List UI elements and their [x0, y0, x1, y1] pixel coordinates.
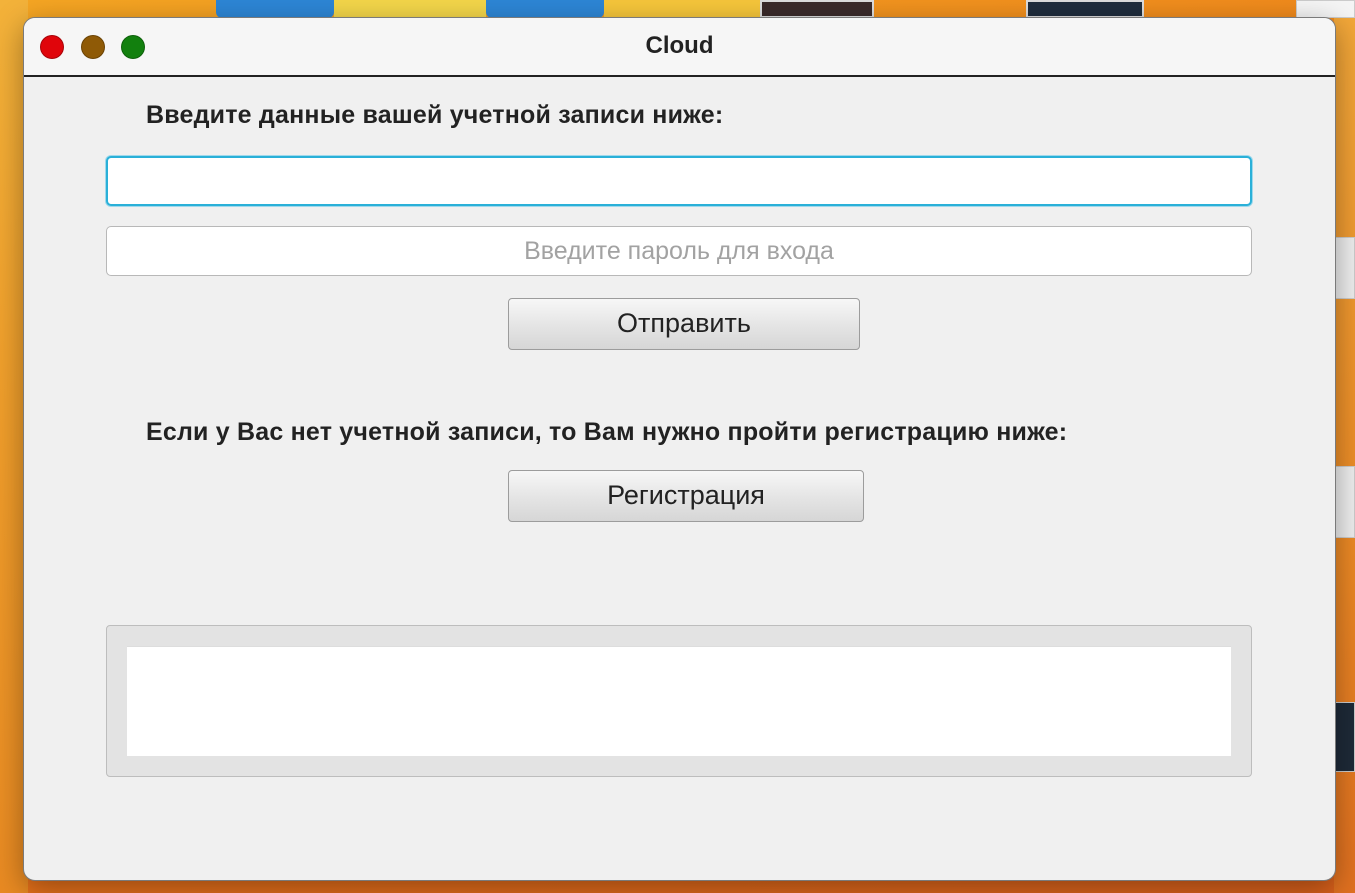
window-title: Cloud: [645, 32, 714, 59]
desktop-thumbnail-right-2: [1334, 466, 1355, 538]
login-heading: Введите данные вашей учетной записи ниже…: [146, 101, 724, 129]
login-input[interactable]: [106, 156, 1252, 206]
desktop-thumbnail-right-1: [1334, 237, 1355, 299]
desktop-thumbnail-2: [1026, 0, 1144, 18]
cloud-window: Cloud Введите данные вашей учетной запис…: [23, 17, 1336, 881]
desktop-thumbnail-right-3: [1334, 702, 1355, 772]
desktop-thumbnail-3: [1296, 0, 1355, 18]
desktop-thumbnail-1: [760, 0, 874, 18]
output-text-area[interactable]: [127, 646, 1231, 756]
register-button[interactable]: Регистрация: [508, 470, 864, 522]
desktop-item-4: [604, 0, 760, 18]
submit-button[interactable]: Отправить: [508, 298, 860, 350]
register-heading: Если у Вас нет учетной записи, то Вам ну…: [146, 418, 1068, 446]
desktop-folder-1: [216, 0, 334, 18]
password-input[interactable]: [106, 226, 1252, 276]
output-panel: [106, 625, 1252, 777]
title-bar[interactable]: Cloud: [24, 18, 1335, 77]
desktop-folder-3: [486, 0, 604, 18]
desktop-item-2: [334, 0, 486, 18]
